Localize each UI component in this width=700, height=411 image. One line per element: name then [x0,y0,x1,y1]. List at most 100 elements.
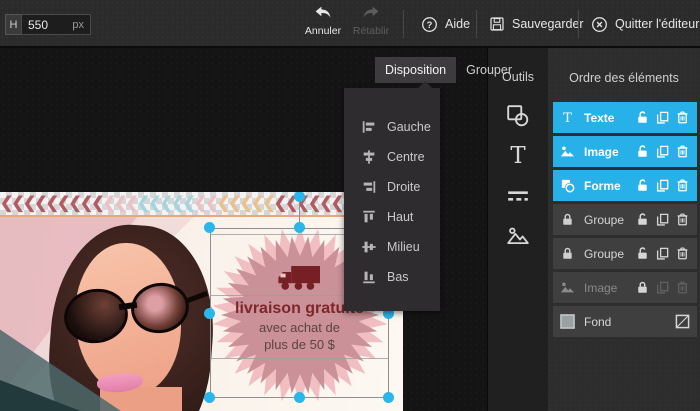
layer-row-forme[interactable]: Forme [553,170,697,201]
selection-sub-divider [210,358,389,359]
menu-item-droite[interactable]: Droite [344,172,440,202]
trash-icon[interactable] [675,246,690,261]
layer-row-groupe[interactable]: Groupe [553,204,697,235]
toolbar-divider [403,10,404,38]
badge-subline: plus de 50 $ [210,336,389,353]
disposition-dropdown: GaucheCentreDroiteHautMilieuBas [344,88,440,311]
shapes-tool-icon [506,104,530,128]
menu-item-milieu[interactable]: Milieu [344,232,440,262]
height-unit: px [72,19,84,31]
workspace: ❮❮❮❮❮❮❮❮❮❮❮❮❮❮❮❮❮❮❮❮❮❮❮❮❮❮❮❮❮❮❮❮❮❮❮❮❮❮❮❮… [0,48,700,411]
design-canvas[interactable]: ❮❮❮❮❮❮❮❮❮❮❮❮❮❮❮❮❮❮❮❮❮❮❮❮❮❮❮❮❮❮❮❮❮❮❮❮❮❮❮❮… [0,192,403,411]
lock-closed-icon[interactable] [635,280,650,295]
context-menu-tabs: Disposition Grouper [375,57,522,83]
resize-handle-w[interactable] [204,308,215,319]
layer-row-fond[interactable]: Fond [553,306,697,337]
shape-layer-icon [560,178,576,194]
resize-handle-nw[interactable] [204,222,215,233]
line-tool-button[interactable] [498,176,538,216]
lock-open-icon[interactable] [635,178,650,193]
height-dimension-group: H px [5,14,91,35]
resize-handle-sw[interactable] [204,392,215,403]
resize-handle-se[interactable] [383,392,394,403]
layer-row-texte[interactable]: TTexte [553,102,697,133]
none-icon[interactable] [675,314,690,329]
height-input[interactable] [28,18,62,32]
quit-editor-button[interactable]: Quitter l'éditeur [591,0,699,48]
duplicate-icon[interactable] [655,178,670,193]
redo-icon [348,5,394,23]
svg-text:?: ? [427,20,433,30]
trash-icon[interactable] [675,280,690,295]
lock-open-icon[interactable] [635,144,650,159]
layer-row-groupe[interactable]: Groupe [553,238,697,269]
lock-open-icon[interactable] [635,110,650,125]
layers-list: TTexte Image Forme Groupe Groupe Image Fond [553,102,697,340]
undo-button[interactable]: Annuler [300,5,346,37]
layer-label: Fond [584,315,675,329]
toolbar-divider [476,10,477,38]
align-right-icon [361,179,377,195]
truck-icon[interactable] [274,264,326,292]
align-top-icon [361,209,377,225]
layers-panel-title: Ordre des éléments [548,71,700,85]
duplicate-icon[interactable] [655,144,670,159]
text-tool-button[interactable]: T [498,136,538,176]
layer-label: Image [584,145,635,159]
trash-icon[interactable] [675,144,690,159]
align-left-icon [361,119,377,135]
editor-window: H px Annuler Rétablir ? Aide [0,0,700,411]
save-icon [489,16,505,32]
top-toolbar: H px Annuler Rétablir ? Aide [0,0,700,48]
line-tool-icon [506,184,530,208]
help-button[interactable]: ? Aide [421,0,470,48]
toolbar-divider [578,10,579,38]
text-tool-icon: T [506,144,530,168]
tools-list: T [488,96,548,256]
menu-item-centre[interactable]: Centre [344,142,440,172]
layers-panel: Ordre des éléments TTexte Image Forme Group… [548,48,700,411]
swatch-icon [560,314,576,330]
menu-item-haut[interactable]: Haut [344,202,440,232]
badge-subline: avec achat de [210,319,389,336]
menu-item-bas[interactable]: Bas [344,262,440,292]
svg-text:T: T [510,144,526,168]
duplicate-icon[interactable] [655,280,670,295]
tools-sidebar: Outils T [487,48,548,411]
lock-closed-icon [560,246,576,262]
close-circle-icon [591,16,608,33]
dropdown-caret [418,81,432,88]
help-icon: ? [421,16,438,33]
align-center-horizontal-icon [361,149,377,165]
align-bottom-icon [361,269,377,285]
trash-icon[interactable] [675,212,690,227]
lock-closed-icon [560,212,576,228]
lock-open-icon[interactable] [635,246,650,261]
save-button[interactable]: Sauvegarder [489,0,584,48]
layer-label: Image [584,281,635,295]
image-layer-icon [560,144,576,160]
duplicate-icon[interactable] [655,246,670,261]
trash-icon[interactable] [675,178,690,193]
dropdown-item-list: GaucheCentreDroiteHautMilieuBas [344,88,440,292]
image-tool-button[interactable] [498,216,538,256]
layer-label: Texte [584,111,635,125]
layer-row-image[interactable]: Image [553,136,697,167]
layer-label: Groupe [584,213,635,227]
trash-icon[interactable] [675,110,690,125]
tab-disposition[interactable]: Disposition [375,57,456,83]
resize-handle-s[interactable] [294,392,305,403]
redo-button[interactable]: Rétablir [348,5,394,37]
height-label: H [5,14,21,35]
shape-tool-button[interactable] [498,96,538,136]
duplicate-icon[interactable] [655,212,670,227]
chevron-tape-element[interactable]: ❮❮❮❮❮❮❮❮❮❮❮❮❮❮❮❮❮❮❮❮❮❮❮❮❮❮❮❮❮❮❮❮❮❮❮❮❮❮❮❮… [0,192,403,215]
image-layer-icon [560,280,576,296]
layer-row-image[interactable]: Image [553,272,697,303]
duplicate-icon[interactable] [655,110,670,125]
lock-open-icon[interactable] [635,212,650,227]
menu-item-gauche[interactable]: Gauche [344,112,440,142]
undo-icon [300,5,346,23]
resize-handle-n[interactable] [294,222,305,233]
tab-grouper[interactable]: Grouper [456,57,522,83]
